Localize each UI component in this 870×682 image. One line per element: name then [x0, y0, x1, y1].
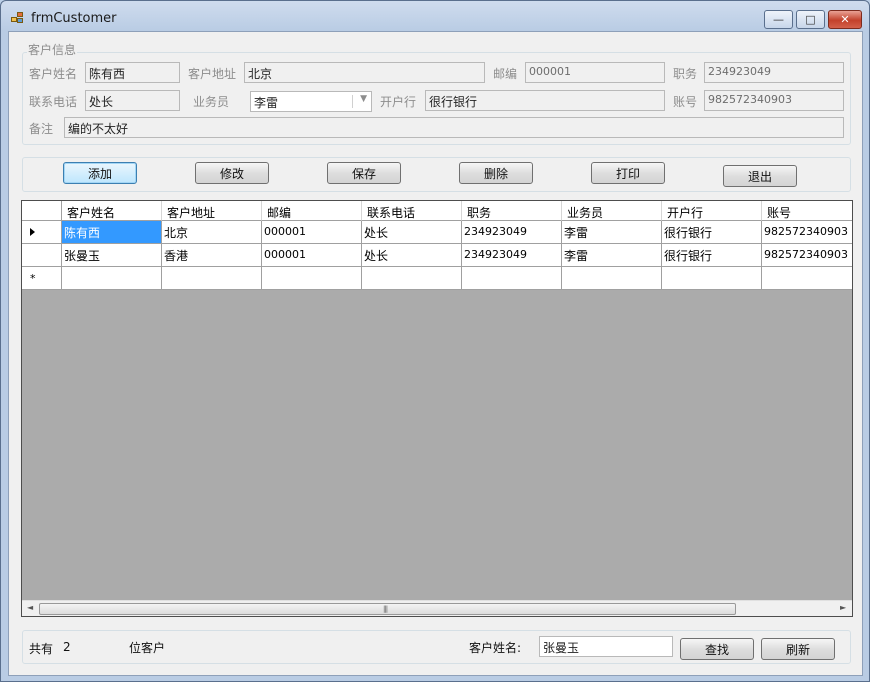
table-cell[interactable]: 很行银行 — [662, 244, 762, 267]
salesman-label: 业务员 — [193, 95, 230, 109]
new-row[interactable]: * — [22, 267, 852, 290]
scroll-left-icon[interactable]: ◄ — [27, 603, 33, 612]
table-cell[interactable]: 张曼玉 — [62, 244, 162, 267]
customer-info-legend: 客户信息 — [27, 41, 78, 58]
address-label: 客户地址 — [188, 67, 237, 81]
row-header[interactable] — [22, 221, 62, 244]
find-button[interactable]: 查找 — [680, 638, 754, 660]
form-client-area: 客户信息 客户姓名 陈有西 客户地址 北京 邮编 000001 职务 23492… — [8, 31, 863, 676]
bank-field[interactable]: 很行银行 — [425, 90, 665, 111]
remark-label: 备注 — [29, 122, 54, 136]
scroll-right-icon[interactable]: ► — [840, 603, 846, 612]
title-bar[interactable]: frmCustomer — □ ✕ — [1, 1, 869, 35]
table-cell[interactable]: 处长 — [362, 221, 462, 244]
table-cell[interactable] — [762, 267, 852, 290]
table-cell[interactable]: 北京 — [162, 221, 262, 244]
table-cell[interactable]: 234923049 — [462, 244, 562, 267]
table-row[interactable]: 张曼玉 香港 000001 处长 234923049 李雷 很行银行 98257… — [22, 244, 852, 267]
table-cell[interactable] — [562, 267, 662, 290]
grid-corner[interactable] — [22, 201, 62, 221]
table-cell[interactable]: 982572340903 — [762, 221, 852, 244]
table-cell[interactable]: 000001 — [262, 221, 362, 244]
table-cell[interactable] — [162, 267, 262, 290]
table-cell[interactable]: 香港 — [162, 244, 262, 267]
table-cell[interactable] — [262, 267, 362, 290]
column-header[interactable]: 客户姓名 — [62, 201, 162, 221]
total-count: 2 — [63, 640, 71, 654]
table-cell[interactable] — [62, 267, 162, 290]
save-button[interactable]: 保存 — [327, 162, 401, 184]
column-header[interactable]: 联系电话 — [362, 201, 462, 221]
table-cell[interactable] — [462, 267, 562, 290]
table-cell[interactable] — [362, 267, 462, 290]
column-header[interactable]: 邮编 — [262, 201, 362, 221]
table-cell[interactable] — [662, 267, 762, 290]
chevron-down-icon[interactable]: ▼ — [360, 94, 367, 104]
current-row-icon — [30, 228, 35, 236]
customer-grid[interactable]: 客户姓名 客户地址 邮编 联系电话 职务 业务员 开户行 账号 陈有西 北京 0… — [21, 200, 853, 617]
table-cell[interactable]: 陈有西 — [62, 221, 162, 244]
table-cell[interactable]: 很行银行 — [662, 221, 762, 244]
new-row-icon: * — [30, 272, 36, 285]
grid-header-row: 客户姓名 客户地址 邮编 联系电话 职务 业务员 开户行 账号 — [22, 201, 852, 221]
table-row[interactable]: 陈有西 北京 000001 处长 234923049 李雷 很行银行 98257… — [22, 221, 852, 244]
close-button[interactable]: ✕ — [828, 10, 862, 29]
total-prefix: 共有 — [29, 642, 54, 656]
phone-label: 联系电话 — [29, 95, 78, 109]
close-icon: ✕ — [840, 13, 850, 26]
table-cell[interactable]: 李雷 — [562, 221, 662, 244]
salesman-combo[interactable]: 李雷 ▼ — [250, 91, 372, 112]
horizontal-scrollbar[interactable]: ◄ ||| ► — [22, 600, 852, 616]
title-label: 职务 — [673, 67, 698, 81]
minimize-button[interactable]: — — [764, 10, 793, 29]
column-header[interactable]: 开户行 — [662, 201, 762, 221]
main-window: frmCustomer — □ ✕ 客户信息 客户姓名 陈有西 客户地址 北京 … — [0, 0, 870, 682]
window-title: frmCustomer — [31, 11, 117, 26]
total-suffix: 位客户 — [129, 641, 166, 655]
search-input[interactable]: 张曼玉 — [539, 636, 673, 657]
address-field[interactable]: 北京 — [244, 62, 485, 83]
maximize-button[interactable]: □ — [796, 10, 825, 29]
bank-label: 开户行 — [380, 95, 417, 109]
column-header[interactable]: 客户地址 — [162, 201, 262, 221]
refresh-button[interactable]: 刷新 — [761, 638, 835, 660]
maximize-icon: □ — [805, 13, 816, 26]
title-field[interactable]: 234923049 — [704, 62, 844, 83]
name-label: 客户姓名 — [29, 67, 78, 81]
app-icon — [11, 12, 25, 24]
edit-button[interactable]: 修改 — [195, 162, 269, 184]
name-field[interactable]: 陈有西 — [85, 62, 180, 83]
table-cell[interactable]: 处长 — [362, 244, 462, 267]
minimize-icon: — — [773, 13, 784, 26]
postcode-label: 邮编 — [493, 67, 518, 81]
print-button[interactable]: 打印 — [591, 162, 665, 184]
exit-button[interactable]: 退出 — [723, 165, 797, 187]
remark-field[interactable]: 编的不太好 — [64, 117, 844, 138]
postcode-field[interactable]: 000001 — [525, 62, 665, 83]
table-cell[interactable]: 982572340903 — [762, 244, 852, 267]
account-field[interactable]: 982572340903 — [704, 90, 844, 111]
column-header[interactable]: 业务员 — [562, 201, 662, 221]
column-header[interactable]: 职务 — [462, 201, 562, 221]
account-label: 账号 — [673, 95, 698, 109]
table-cell[interactable]: 李雷 — [562, 244, 662, 267]
row-header[interactable] — [22, 244, 62, 267]
scroll-thumb[interactable]: ||| — [39, 603, 736, 615]
table-cell[interactable]: 234923049 — [462, 221, 562, 244]
delete-button[interactable]: 删除 — [459, 162, 533, 184]
salesman-value: 李雷 — [254, 96, 279, 110]
table-cell[interactable]: 000001 — [262, 244, 362, 267]
phone-field[interactable]: 处长 — [85, 90, 180, 111]
add-button[interactable]: 添加 — [63, 162, 137, 184]
column-header[interactable]: 账号 — [762, 201, 852, 221]
grip-icon: ||| — [383, 605, 388, 613]
search-label: 客户姓名: — [469, 641, 522, 655]
row-header[interactable]: * — [22, 267, 62, 290]
